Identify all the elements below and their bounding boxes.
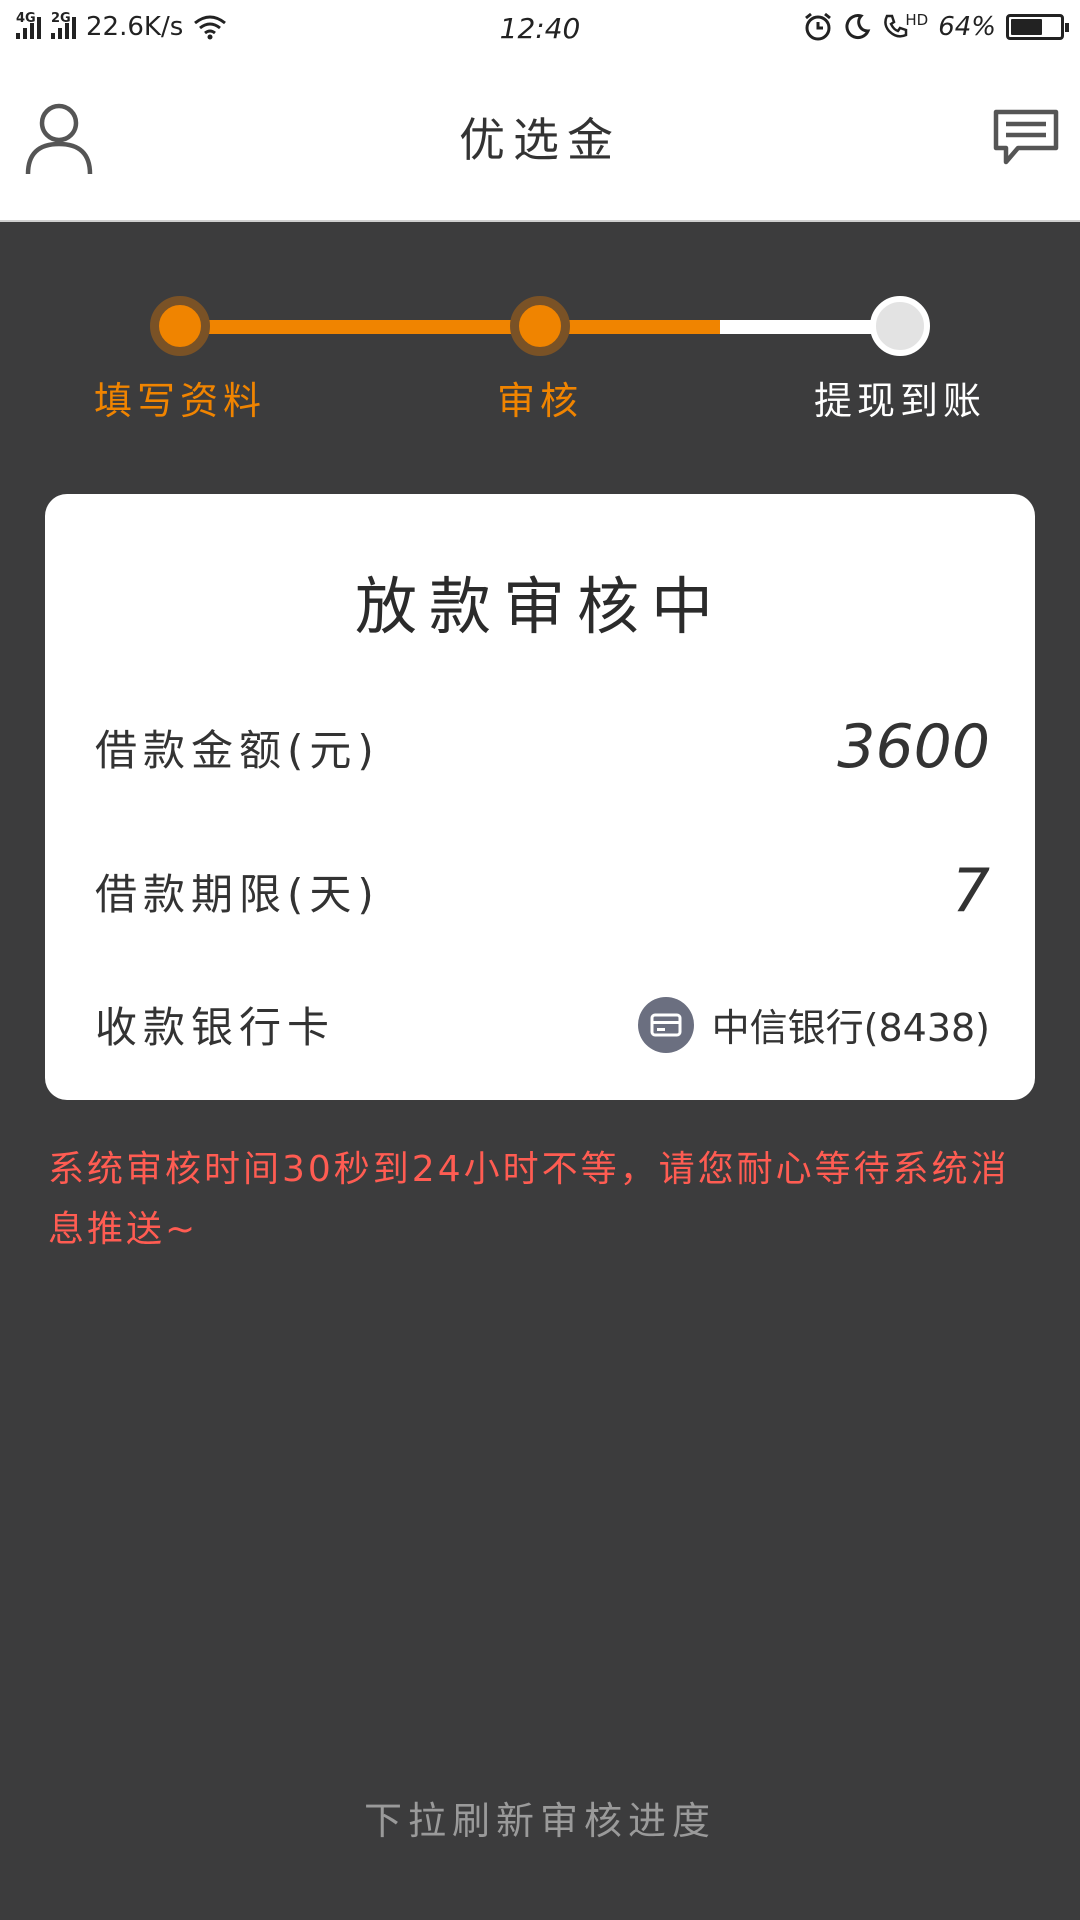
pull-to-refresh-hint: 下拉刷新审核进度 <box>363 1799 716 1843</box>
step-dot-1 <box>150 296 210 356</box>
step-label-3: 提现到账 <box>813 379 986 423</box>
loan-amount-row: 借款金额(元) 3600 <box>95 712 990 782</box>
step-dot-3 <box>870 296 930 356</box>
message-icon[interactable] <box>992 108 1060 168</box>
review-notice: 系统审核时间30秒到24小时不等，请您耐心等待系统消息推送~ <box>48 1149 1010 1250</box>
page-title: 优选金 <box>459 113 621 167</box>
bank-card-row: 收款银行卡 中信银行(8438) <box>95 994 990 1055</box>
step-track-done <box>180 320 720 334</box>
step-dot-2 <box>510 296 570 356</box>
loan-amount-value: 3600 <box>837 712 990 782</box>
bank-card-icon <box>637 996 694 1053</box>
step-label-2: 审核 <box>496 379 583 423</box>
progress-steps: 填写资料 审核 提现到账 <box>0 290 1080 430</box>
battery-icon <box>1006 14 1069 40</box>
loan-amount-label: 借款金额(元) <box>95 725 380 775</box>
status-time: 12:40 <box>499 12 581 45</box>
status-bar: 4G 2G 22.6K/s 12:40 HD 64% <box>0 0 1080 54</box>
user-icon[interactable] <box>24 100 94 176</box>
loan-status-card: 放款审核中 借款金额(元) 3600 借款期限(天) 7 收款银行卡 中信银行(… <box>45 494 1035 1100</box>
loan-term-value: 7 <box>951 856 990 926</box>
bank-card-info: 中信银行(8438) <box>637 996 990 1053</box>
loan-term-label: 借款期限(天) <box>95 869 380 919</box>
bank-card-label: 收款银行卡 <box>95 1003 336 1052</box>
bank-card-value: 中信银行(8438) <box>711 1006 990 1050</box>
card-title: 放款审核中 <box>354 570 725 643</box>
step-label-1: 填写资料 <box>93 379 266 423</box>
app-header: 优选金 <box>0 54 1080 222</box>
loan-term-row: 借款期限(天) 7 <box>95 856 990 926</box>
